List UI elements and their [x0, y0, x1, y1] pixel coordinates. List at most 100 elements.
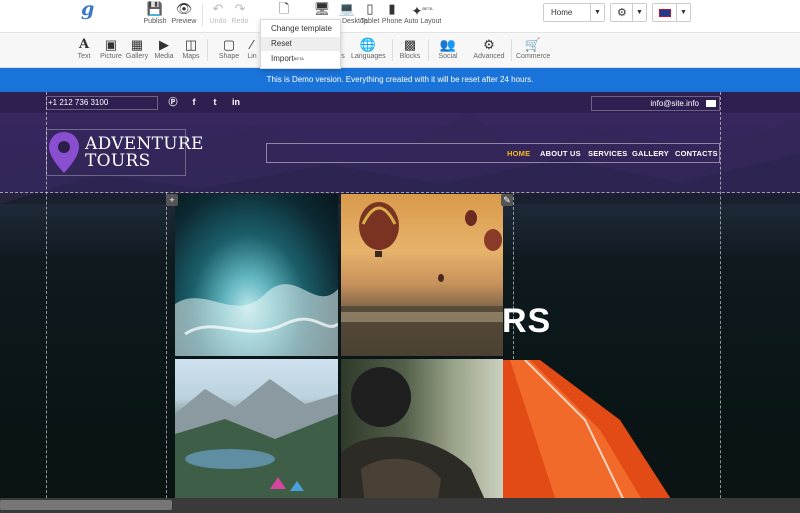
map-pin-icon	[49, 132, 79, 173]
add-line-button[interactable]: ∕ Lin	[245, 37, 259, 67]
phone-view-button[interactable]: ▮ Phone	[381, 0, 403, 30]
nav-contacts[interactable]: CONTACTS	[675, 149, 718, 158]
linkedin-icon[interactable]: in	[229, 95, 243, 109]
add-text-button[interactable]: A Text	[74, 37, 94, 67]
redo-icon: ↷	[234, 1, 246, 16]
add-maps-button[interactable]: ◫ Maps	[179, 37, 203, 67]
facebook-icon[interactable]: f	[187, 95, 201, 109]
edit-pencil-icon[interactable]: ✎	[501, 194, 513, 206]
demo-banner-text: This is Demo version. Everything created…	[266, 75, 534, 84]
shape-icon: ▢	[222, 37, 236, 52]
add-blocks-button[interactable]: ▩ Blocks	[398, 37, 422, 67]
email-address[interactable]: info@site.info	[591, 96, 720, 111]
media-icon: ▶	[159, 37, 169, 52]
toolbar-divider	[202, 4, 203, 26]
add-commerce-button[interactable]: 🛒 Commerce	[516, 37, 550, 67]
phone-number-text: +1 212 736 3100	[48, 98, 109, 107]
nav-about-us[interactable]: ABOUT US	[540, 149, 581, 158]
nav-services[interactable]: SERVICES	[588, 149, 627, 158]
layout-guide	[720, 92, 721, 513]
add-element-icon[interactable]: +	[166, 194, 178, 206]
page-select-value: Home	[551, 8, 573, 17]
gallery-photo-hiker[interactable]	[341, 359, 503, 513]
gallery-photo-lake[interactable]	[175, 359, 338, 513]
add-advanced-button[interactable]: ⚙ Advanced	[473, 37, 505, 67]
undo-button[interactable]: ↶ Undo	[207, 0, 229, 30]
menu-item-label: Change template	[271, 24, 332, 33]
scrollbar-thumb[interactable]	[0, 500, 172, 510]
mountain-lake-image	[175, 379, 338, 513]
toolbar-divider	[428, 39, 429, 61]
tablet-icon: ▯	[366, 1, 374, 16]
preview-button[interactable]: 👁 Preview	[171, 0, 197, 30]
language-select[interactable]: ▼	[652, 3, 691, 22]
chevron-down-icon: ▼	[590, 4, 604, 21]
logo-line-2: TOURS	[85, 151, 151, 171]
site-canvas[interactable]: +1 212 736 3100 Ⓟ f t in info@site.info …	[0, 92, 800, 513]
mail-icon	[706, 100, 716, 107]
toolbar-divider	[392, 39, 393, 61]
layout-guide	[166, 192, 167, 513]
publish-button[interactable]: 💾 Publish	[142, 0, 168, 30]
chevron-down-icon: ▼	[632, 4, 646, 21]
file-dropdown-menu: Change template Reset ImportBETA	[260, 19, 341, 69]
menu-item-reset[interactable]: Reset	[261, 37, 340, 51]
text-icon: A	[78, 37, 90, 52]
app-logo-letter: g	[81, 0, 95, 20]
site-logo[interactable]: ADVENTURE TOURS	[46, 129, 203, 176]
settings-button[interactable]: ⚙ ▼	[610, 3, 647, 22]
toolbar-divider	[207, 39, 208, 61]
kayak-image	[500, 360, 680, 513]
phone-number[interactable]: +1 212 736 3100	[46, 96, 158, 110]
app-logo[interactable]: g	[79, 0, 99, 20]
tablet-view-button[interactable]: ▯ Tablet	[359, 0, 381, 30]
gear-icon: ⚙	[617, 7, 627, 19]
demo-banner: This is Demo version. Everything created…	[0, 68, 800, 92]
undo-icon: ↶	[212, 1, 224, 16]
uk-flag-icon	[659, 9, 671, 17]
gallery-icon: ▦	[130, 37, 144, 52]
add-picture-button[interactable]: ▣ Picture	[99, 37, 123, 67]
twitter-icon[interactable]: t	[208, 95, 222, 109]
save-icon: 💾	[146, 1, 164, 16]
balloons-image	[341, 202, 503, 356]
menu-item-import[interactable]: ImportBETA	[261, 52, 340, 66]
redo-button[interactable]: ↷ Redo	[229, 0, 251, 30]
add-gallery-button[interactable]: ▦ Gallery	[125, 37, 149, 67]
auto-layout-badge: BETA	[422, 6, 433, 11]
eye-icon: 👁	[175, 1, 193, 16]
chevron-down-icon: ▼	[676, 4, 690, 21]
add-shape-button[interactable]: ▢ Shape	[217, 37, 241, 67]
nav-gallery[interactable]: GALLERY	[632, 149, 669, 158]
nav-home[interactable]: HOME	[507, 149, 530, 158]
logo-text: ADVENTURE TOURS	[85, 136, 204, 170]
toolbar-divider	[511, 39, 512, 61]
magic-wand-icon: ✦BETA	[411, 3, 433, 19]
menu-item-label: Import	[271, 54, 294, 63]
auto-layout-button[interactable]: ✦BETA Auto Layout	[404, 0, 441, 30]
menu-item-change-template[interactable]: Change template	[261, 22, 340, 36]
laptop-icon: 💻	[338, 1, 356, 16]
elements-toolbar: A Text ▣ Picture ▦ Gallery ▶ Media ◫ Map…	[0, 32, 800, 68]
top-toolbar: g 💾 Publish 👁 Preview ↶ Undo ↷ Redo 🗋 🖥 …	[0, 0, 800, 32]
hiker-image	[341, 367, 491, 513]
gallery-photo-waves[interactable]	[175, 194, 338, 356]
layout-guide	[0, 192, 800, 193]
maps-icon: ◫	[184, 37, 198, 52]
social-icon: 👥	[439, 37, 457, 52]
advanced-icon: ⚙	[483, 37, 495, 52]
add-media-button[interactable]: ▶ Media	[152, 37, 176, 67]
add-languages-button[interactable]: 🌐 Languages	[351, 37, 386, 67]
menu-item-label: Reset	[271, 39, 292, 48]
pinterest-icon[interactable]: Ⓟ	[166, 95, 180, 109]
main-navigation: HOME ABOUT US SERVICES GALLERY CONTACTS	[266, 143, 720, 163]
waves-image	[175, 284, 338, 356]
add-social-button[interactable]: 👥 Social	[436, 37, 460, 67]
email-text: info@site.info	[650, 99, 699, 108]
line-icon: ∕	[250, 37, 254, 52]
hero-heading: RS	[502, 302, 551, 341]
hero-heading-text: RS	[502, 302, 552, 340]
gallery-photo-balloons[interactable]	[341, 194, 503, 356]
page-select[interactable]: Home ▼	[543, 3, 605, 22]
import-badge: BETA	[293, 56, 304, 61]
